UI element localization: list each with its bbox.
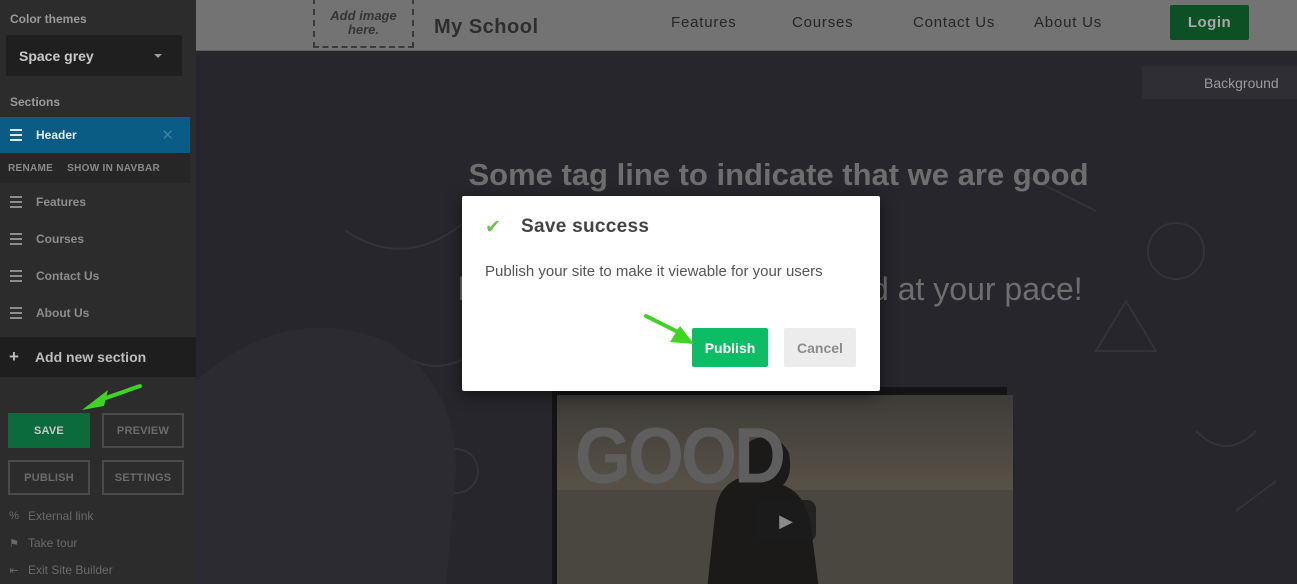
- nav-contact-us[interactable]: Contact Us: [913, 14, 995, 31]
- close-icon[interactable]: ✕: [161, 126, 174, 144]
- nav-courses[interactable]: Courses: [792, 14, 853, 31]
- logo-placeholder[interactable]: Add image here.: [313, 0, 414, 48]
- section-item-label: Contact Us: [36, 269, 100, 283]
- rename-button[interactable]: RENAME: [8, 163, 53, 174]
- video-player[interactable]: GOOD ▶: [557, 395, 1013, 584]
- background-button[interactable]: Background: [1142, 66, 1297, 99]
- flag-icon: ⚑: [9, 537, 19, 550]
- exit-icon: ⇤: [9, 564, 19, 577]
- color-theme-value: Space grey: [19, 47, 94, 64]
- section-item-header[interactable]: Header ✕: [0, 117, 190, 153]
- add-section-label: Add new section: [34, 349, 147, 365]
- section-item-label: About Us: [36, 306, 90, 320]
- external-link[interactable]: % External link: [8, 509, 93, 523]
- show-in-navbar-button[interactable]: SHOW IN NAVBAR: [67, 163, 160, 174]
- color-theme-select[interactable]: Space grey: [6, 35, 182, 76]
- drag-handle-icon[interactable]: [10, 307, 22, 319]
- publish-button[interactable]: Publish: [692, 328, 768, 367]
- dialog-title: Save success: [521, 216, 650, 237]
- plus-icon: +: [9, 347, 19, 366]
- dialog-message: Publish your site to make it viewable fo…: [485, 263, 823, 280]
- video-title-text: GOOD: [575, 412, 786, 501]
- take-tour-label: Take tour: [28, 536, 78, 550]
- cancel-button[interactable]: Cancel: [784, 328, 856, 367]
- play-icon[interactable]: ▶: [756, 500, 816, 542]
- drag-handle-icon[interactable]: [10, 196, 22, 208]
- exit-site-builder-link[interactable]: ⇤ Exit Site Builder: [8, 563, 113, 577]
- section-item-label: Features: [36, 195, 87, 209]
- color-themes-label: Color themes: [10, 12, 87, 26]
- drag-handle-icon[interactable]: [10, 270, 22, 282]
- chevron-down-icon: [154, 54, 162, 58]
- subline-right: d at your pace!: [871, 271, 1083, 307]
- tagline-line-1: Some tag line to indicate that we are go…: [468, 157, 1089, 192]
- add-section-button[interactable]: + Add new section: [0, 337, 196, 377]
- section-actions: RENAME SHOW IN NAVBAR: [0, 153, 190, 183]
- nav-features[interactable]: Features: [671, 14, 737, 31]
- drag-handle-icon[interactable]: [10, 233, 22, 245]
- site-navbar: Add image here. My School Features Cours…: [196, 0, 1297, 51]
- take-tour-link[interactable]: ⚑ Take tour: [8, 536, 77, 550]
- section-item-label: Courses: [36, 232, 85, 246]
- external-link-label: External link: [28, 509, 94, 523]
- section-item-courses[interactable]: Courses: [0, 221, 190, 257]
- sections-label: Sections: [10, 95, 61, 109]
- site-name: My School: [434, 16, 539, 38]
- annotation-arrow-icon: [82, 384, 142, 410]
- section-item-about-us[interactable]: About Us: [0, 295, 190, 331]
- login-button[interactable]: Login: [1170, 5, 1249, 40]
- nav-about-us[interactable]: About Us: [1034, 14, 1102, 31]
- settings-button[interactable]: SETTINGS: [102, 460, 184, 495]
- drag-handle-icon[interactable]: [10, 129, 22, 141]
- publish-sidebar-button[interactable]: PUBLISH: [8, 460, 90, 495]
- section-item-label: Header: [36, 128, 77, 142]
- annotation-arrow-icon: [644, 314, 694, 344]
- section-item-contact-us[interactable]: Contact Us: [0, 258, 190, 294]
- sidebar: Color themes Space grey Sections Header …: [0, 0, 196, 584]
- save-success-dialog: ✔ Save success Publish your site to make…: [462, 196, 880, 391]
- section-item-features[interactable]: Features: [0, 184, 190, 220]
- checkmark-icon: ✔: [485, 217, 501, 238]
- exit-site-builder-label: Exit Site Builder: [28, 563, 113, 577]
- link-icon: %: [9, 510, 19, 522]
